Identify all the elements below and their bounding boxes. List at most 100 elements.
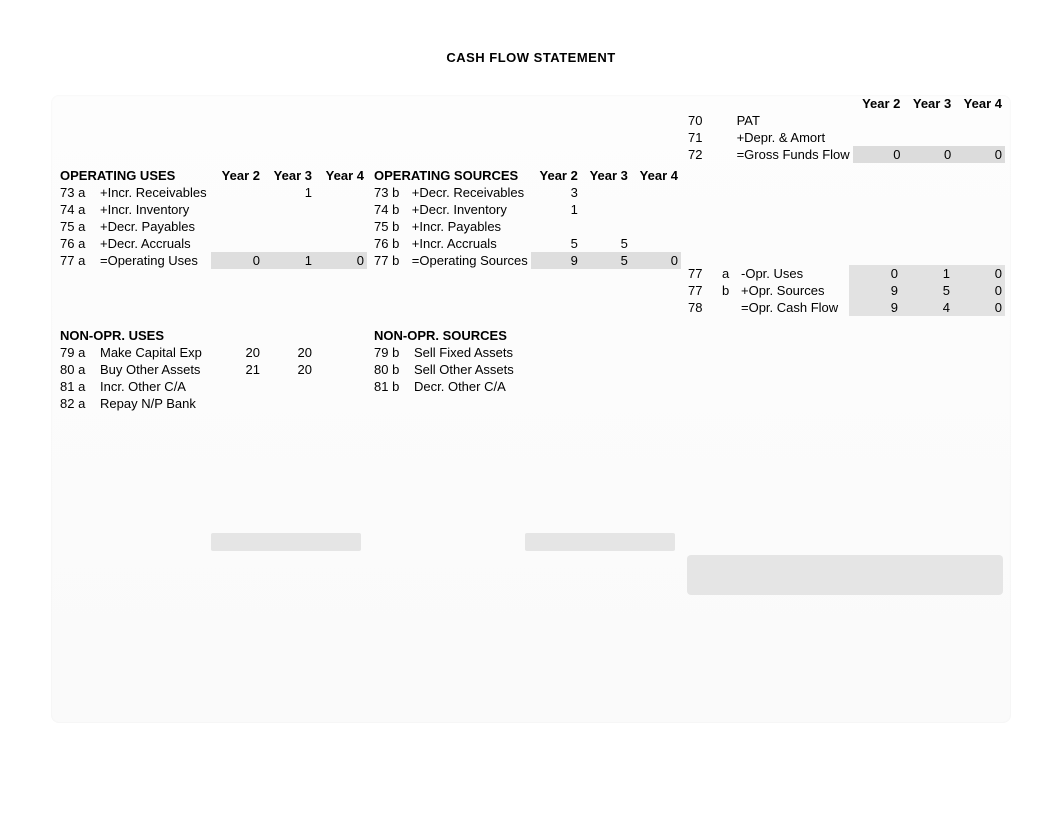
cell-y4: [631, 218, 681, 235]
cash-flow-statement-page: CASH FLOW STATEMENT Year 2 Year 3 Year 4…: [0, 0, 1062, 783]
operating-sources-table: OPERATING SOURCES Year 2 Year 3 Year 4 7…: [371, 167, 681, 269]
row-code: 80 b: [371, 361, 411, 378]
row-code: 73 a: [57, 184, 97, 201]
cell-y3: [903, 112, 954, 129]
cell-y2: 5: [531, 235, 581, 252]
cell-y3: [577, 361, 629, 378]
row-code: 75 b: [371, 218, 409, 235]
table-row: 79 bSell Fixed Assets: [371, 344, 681, 361]
cell-y4: 0: [953, 265, 1005, 282]
col-year2: Year 2: [853, 95, 904, 112]
cell-y4: 0: [631, 252, 681, 269]
cell-y3: 20: [263, 361, 315, 378]
cell-y4: [315, 235, 367, 252]
cell-y3: 5: [901, 282, 953, 299]
cell-y2: [211, 218, 263, 235]
cell-y2: [525, 344, 577, 361]
row-code: 72: [685, 146, 717, 163]
table-row: 77 b=Operating Sources950: [371, 252, 681, 269]
row-sub: a: [719, 265, 739, 282]
row-label: +Depr. & Amort: [735, 129, 853, 146]
cell-y3: [577, 344, 629, 361]
cell-y2: 20: [211, 344, 263, 361]
row-code: 74 a: [57, 201, 97, 218]
cell-y4: 0: [954, 146, 1005, 163]
table-row: 75 a+Decr. Payables: [57, 218, 367, 235]
table-row: 71+Depr. & Amort: [685, 129, 1005, 146]
cell-y3: 5: [581, 235, 631, 252]
row-code: 74 b: [371, 201, 409, 218]
cell-y4: [315, 184, 367, 201]
cell-y4: [631, 235, 681, 252]
row-code: 73 b: [371, 184, 409, 201]
cell-y4: [315, 218, 367, 235]
row-code: 80 a: [57, 361, 97, 378]
row-code: 81 b: [371, 378, 411, 395]
row-label: =Opr. Cash Flow: [739, 299, 849, 316]
cell-y2: 1: [531, 201, 581, 218]
row-label: Sell Other Assets: [411, 361, 525, 378]
cell-y3: 20: [263, 344, 315, 361]
cell-y4: [631, 184, 681, 201]
row-label: -Opr. Uses: [739, 265, 849, 282]
cell-y4: 0: [953, 282, 1005, 299]
cell-y3: [903, 129, 954, 146]
cell-y4: [315, 378, 367, 395]
cell-y4: [315, 344, 367, 361]
row-label: +Incr. Receivables: [97, 184, 211, 201]
row-code: 76 b: [371, 235, 409, 252]
cell-y3: [581, 218, 631, 235]
cell-y2: 0: [853, 146, 904, 163]
cell-y2: 21: [211, 361, 263, 378]
cell-y3: [263, 218, 315, 235]
table-row: 72=Gross Funds Flow000: [685, 146, 1005, 163]
row-code: 75 a: [57, 218, 97, 235]
table-row: 80 bSell Other Assets: [371, 361, 681, 378]
row-label: Buy Other Assets: [97, 361, 211, 378]
table-row: 79 aMake Capital Exp2020: [57, 344, 367, 361]
cell-y3: [263, 201, 315, 218]
cell-y3: [577, 378, 629, 395]
statement-sheet: Year 2 Year 3 Year 4 70PAT71+Depr. & Amo…: [51, 95, 1011, 723]
cell-y2: [853, 112, 904, 129]
table-row: 77 a=Operating Uses010: [57, 252, 367, 269]
cell-y2: [531, 218, 581, 235]
row-code: 82 a: [57, 395, 97, 412]
row-label: +Decr. Accruals: [97, 235, 211, 252]
operating-uses-table: OPERATING USES Year 2 Year 3 Year 4 73 a…: [57, 167, 367, 269]
cell-y2: [525, 378, 577, 395]
row-code: 77 b: [371, 252, 409, 269]
op-sources-header: OPERATING SOURCES Year 2 Year 3 Year 4: [371, 167, 681, 184]
cell-y4: [315, 361, 367, 378]
cell-y4: [629, 344, 681, 361]
op-uses-title: OPERATING USES: [57, 167, 211, 184]
cell-y2: [211, 201, 263, 218]
cell-y4: [631, 201, 681, 218]
page-title: CASH FLOW STATEMENT: [50, 50, 1012, 65]
row-label: +Incr. Accruals: [409, 235, 531, 252]
row-label: Make Capital Exp: [97, 344, 211, 361]
nonop-sources-header: NON-OPR. SOURCES: [371, 321, 681, 344]
row-label: =Operating Uses: [97, 252, 211, 269]
table-row: 81 aIncr. Other C/A: [57, 378, 367, 395]
row-label: +Incr. Inventory: [97, 201, 211, 218]
row-code: 79 b: [371, 344, 411, 361]
col-year2: Year 2: [531, 167, 581, 184]
row-label: Decr. Other C/A: [411, 378, 525, 395]
cell-y4: [954, 129, 1005, 146]
cell-y3: 0: [903, 146, 954, 163]
col-year4: Year 4: [631, 167, 681, 184]
cell-y3: 4: [901, 299, 953, 316]
table-row: 73 a+Incr. Receivables1: [57, 184, 367, 201]
op-uses-header: OPERATING USES Year 2 Year 3 Year 4: [57, 167, 367, 184]
table-row: 74 b+Decr. Inventory1: [371, 201, 681, 218]
row-code: 76 a: [57, 235, 97, 252]
cell-y2: [211, 235, 263, 252]
cell-y2: 9: [531, 252, 581, 269]
left-panel: OPERATING USES Year 2 Year 3 Year 4 73 a…: [57, 167, 367, 412]
table-row: 74 a+Incr. Inventory: [57, 201, 367, 218]
cell-y3: [581, 201, 631, 218]
cell-y2: [211, 184, 263, 201]
table-row: 75 b+Incr. Payables: [371, 218, 681, 235]
right-year-header: Year 2 Year 3 Year 4: [685, 95, 1005, 112]
